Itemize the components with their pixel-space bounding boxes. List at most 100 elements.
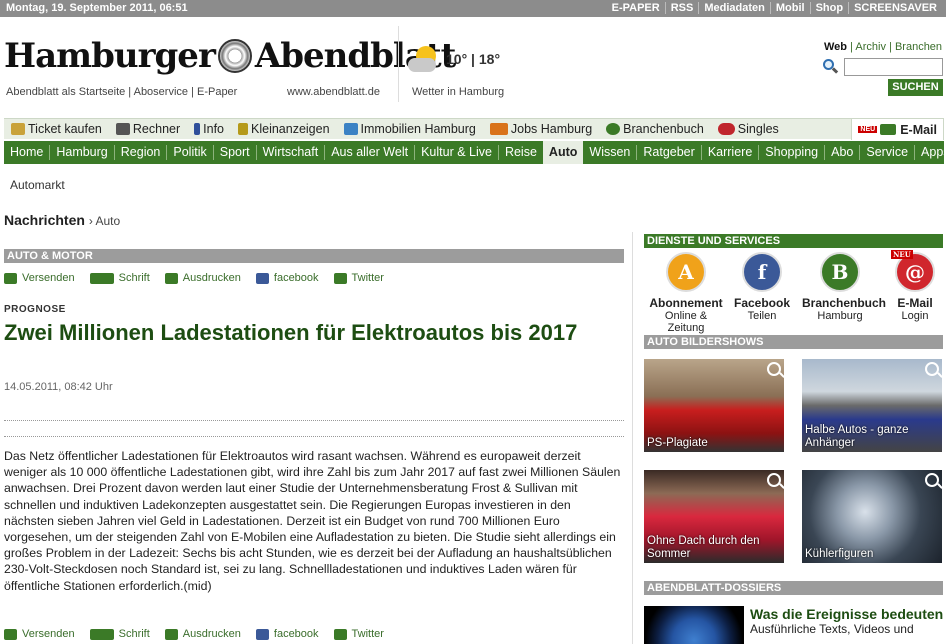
top-link-epaper[interactable]: E-PAPER xyxy=(607,2,665,14)
service-abonnement[interactable]: A Abonnement Online & Zeitung xyxy=(648,252,724,334)
pointer-icon xyxy=(238,123,248,135)
twitter-button[interactable]: Twitter xyxy=(333,628,384,640)
dossier-subtitle: Ausführliche Texts, Videos und xyxy=(750,622,914,636)
header-links[interactable]: Abendblatt als Startseite | Aboservice |… xyxy=(6,86,237,98)
dossier-earth-image[interactable] xyxy=(644,606,744,644)
nav-ratgeber[interactable]: Ratgeber xyxy=(636,145,700,160)
search-input[interactable] xyxy=(844,58,943,76)
services-header: DIENSTE UND SERVICES xyxy=(644,234,943,248)
nav-shopping[interactable]: Shopping xyxy=(758,145,824,160)
header-subline: Abendblatt als Startseite | Aboservice |… xyxy=(6,86,380,98)
ticket-icon xyxy=(11,123,25,135)
service-facebook[interactable]: f Facebook Teilen xyxy=(724,252,800,322)
service-nav: Ticket kaufen Rechner Info Kleinanzeigen… xyxy=(4,118,944,140)
minus-plus-icon xyxy=(89,628,114,640)
bildershow-halbe-autos[interactable]: Halbe Autos - ganze Anhänger xyxy=(802,359,942,452)
article-tools-top: Versenden Schrift Ausdrucken facebook Tw… xyxy=(4,272,624,284)
weather-temperature[interactable]: 10° | 18° xyxy=(446,51,500,67)
bildershows-header: AUTO BILDERSHOWS xyxy=(644,335,943,349)
logo-text-left: Hamburger xyxy=(4,36,216,76)
site-url[interactable]: www.abendblatt.de xyxy=(287,86,380,98)
envelope-icon xyxy=(880,124,897,135)
zoom-icon xyxy=(925,473,939,487)
service-branchenbuch[interactable]: B Branchenbuch Hamburg xyxy=(802,252,886,322)
nav-wissen[interactable]: Wissen xyxy=(583,145,636,160)
send-button[interactable]: Versenden xyxy=(4,628,75,640)
service-info[interactable]: Info xyxy=(187,122,231,136)
bildershow-ohne-dach[interactable]: Ohne Dach durch den Sommer xyxy=(644,470,784,563)
search-tab-branchen[interactable]: Branchen xyxy=(895,41,942,53)
article-body: Das Netz öffentlicher Ladestationen für … xyxy=(4,449,621,593)
nav-hamburg[interactable]: Hamburg xyxy=(49,145,113,160)
top-link-mediadaten[interactable]: Mediadaten xyxy=(698,2,770,14)
nav-apps[interactable]: Apps xyxy=(914,145,946,160)
service-rechner[interactable]: Rechner xyxy=(109,122,187,136)
article-kicker: PROGNOSE xyxy=(4,304,66,315)
site-logo[interactable]: Hamburger Abendblatt xyxy=(4,36,456,76)
envelope-icon xyxy=(4,272,17,284)
top-links: E-PAPER RSS Mediadaten Mobil Shop SCREEN… xyxy=(607,2,942,14)
info-icon xyxy=(194,123,201,135)
weather-label[interactable]: Wetter in Hamburg xyxy=(412,86,504,98)
minus-plus-icon xyxy=(89,272,114,284)
nav-auto[interactable]: Auto xyxy=(542,141,584,164)
top-link-rss[interactable]: RSS xyxy=(664,2,699,14)
zoom-icon xyxy=(767,473,781,487)
breadcrumb-main[interactable]: Nachrichten xyxy=(4,212,85,228)
facebook-button[interactable]: facebook xyxy=(255,628,319,640)
breadcrumb-sub[interactable]: › Auto xyxy=(89,214,120,228)
article-headline: Zwei Millionen Ladestationen für Elektro… xyxy=(4,320,578,345)
email-label: E-Mail xyxy=(900,122,937,137)
divider xyxy=(4,436,624,437)
weather-sun-cloud-icon[interactable] xyxy=(408,46,440,76)
envelope-icon xyxy=(4,628,17,640)
nav-service[interactable]: Service xyxy=(859,145,914,160)
abonnement-icon: A xyxy=(666,252,706,292)
nav-karriere[interactable]: Karriere xyxy=(700,145,758,160)
top-link-mobil[interactable]: Mobil xyxy=(769,2,810,14)
service-ticket[interactable]: Ticket kaufen xyxy=(4,122,109,136)
nav-abo[interactable]: Abo xyxy=(824,145,859,160)
search-tab-archiv[interactable]: Archiv xyxy=(855,41,886,53)
nav-wirtschaft[interactable]: Wirtschaft xyxy=(255,145,325,160)
twitter-button[interactable]: Twitter xyxy=(333,272,384,284)
top-link-shop[interactable]: Shop xyxy=(809,2,849,14)
house-icon xyxy=(343,123,358,135)
print-button[interactable]: Ausdrucken xyxy=(164,272,241,284)
email-icon: @ NEU xyxy=(891,250,935,292)
new-badge: NEU xyxy=(858,126,878,133)
bildershow-kuehlerfiguren[interactable]: Kühlerfiguren xyxy=(802,470,942,563)
nav-kultur-live[interactable]: Kultur & Live xyxy=(414,145,498,160)
search-icon xyxy=(822,58,839,74)
search-button[interactable]: SUCHEN xyxy=(888,79,943,96)
font-size-button[interactable]: Schrift xyxy=(89,628,150,640)
nav-region[interactable]: Region xyxy=(113,145,167,160)
nav-home[interactable]: Home xyxy=(4,145,49,160)
facebook-button[interactable]: facebook xyxy=(255,272,319,284)
dossier-title[interactable]: Was die Ereignisse bedeuten xyxy=(750,606,943,622)
search-tab-web[interactable]: Web xyxy=(824,41,847,53)
font-size-button[interactable]: Schrift xyxy=(89,272,150,284)
top-link-screensaver[interactable]: SCREENSAVER xyxy=(848,2,942,14)
bildershow-ps-plagiate[interactable]: PS-Plagiate xyxy=(644,359,784,452)
service-singles[interactable]: Singles xyxy=(711,122,786,136)
service-email[interactable]: NEU E-Mail xyxy=(851,118,944,140)
article-tools-bottom: Versenden Schrift Ausdrucken facebook Tw… xyxy=(4,628,624,640)
people-icon xyxy=(489,123,508,135)
service-email-login[interactable]: @ NEU E-Mail Login xyxy=(877,250,946,322)
send-button[interactable]: Versenden xyxy=(4,272,75,284)
branchenbuch-icon: B xyxy=(820,252,860,292)
nav-aus-aller-welt[interactable]: Aus aller Welt xyxy=(324,145,414,160)
service-branchenbuch[interactable]: Branchenbuch xyxy=(599,122,711,136)
print-button[interactable]: Ausdrucken xyxy=(164,628,241,640)
dossiers-header: ABENDBLATT-DOSSIERS xyxy=(644,581,943,595)
twitter-icon xyxy=(333,272,347,284)
subnav-automarkt[interactable]: Automarkt xyxy=(10,178,65,192)
printer-icon xyxy=(164,628,178,640)
nav-reise[interactable]: Reise xyxy=(497,145,543,160)
nav-sport[interactable]: Sport xyxy=(212,145,256,160)
service-jobs[interactable]: Jobs Hamburg xyxy=(483,122,599,136)
service-immobilien[interactable]: Immobilien Hamburg xyxy=(337,122,483,136)
service-kleinanzeigen[interactable]: Kleinanzeigen xyxy=(231,122,337,136)
nav-politik[interactable]: Politik xyxy=(166,145,212,160)
